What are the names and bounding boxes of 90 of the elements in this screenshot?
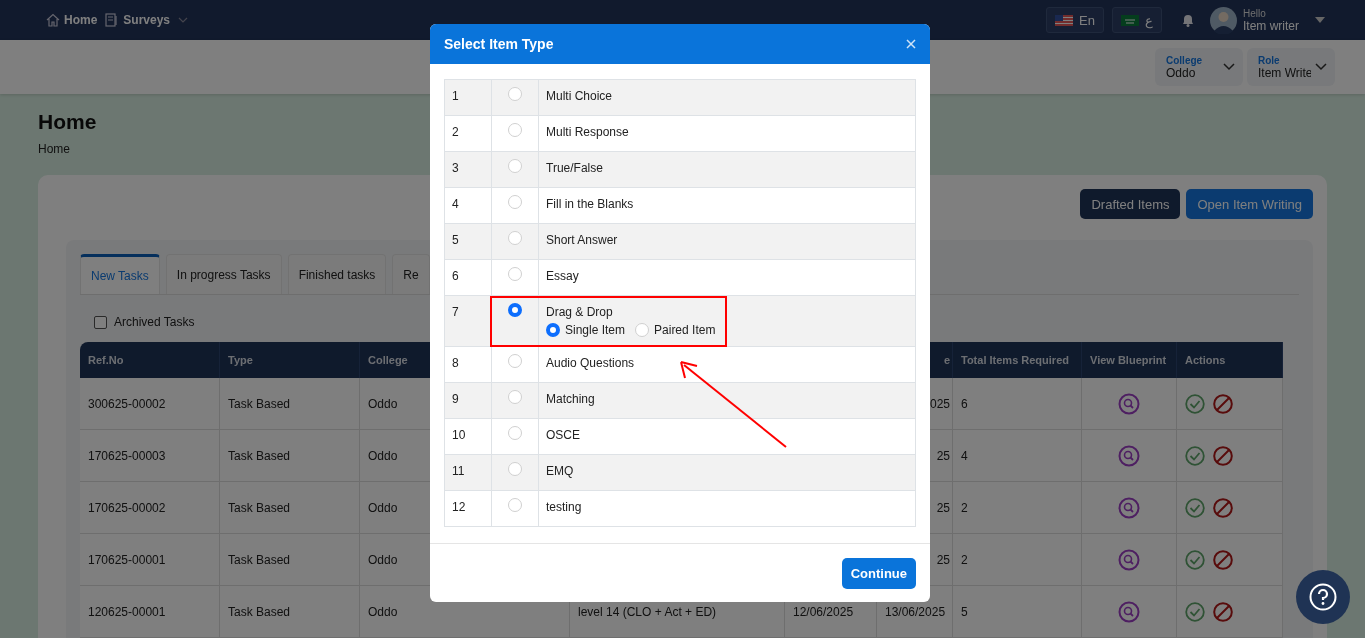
table-cell: 5 bbox=[953, 586, 1082, 638]
check-circle-icon[interactable] bbox=[1185, 549, 1205, 570]
document-icon bbox=[105, 13, 120, 27]
avatar-icon[interactable] bbox=[1210, 6, 1237, 34]
bell-icon[interactable] bbox=[1180, 12, 1196, 28]
item-type-label: Multi Response bbox=[546, 125, 629, 139]
item-type-label: Short Answer bbox=[546, 233, 618, 247]
view-icon[interactable] bbox=[1118, 444, 1140, 467]
row-number: 5 bbox=[452, 233, 459, 247]
prohibited-icon[interactable] bbox=[1213, 497, 1233, 518]
tab[interactable]: Finished tasks bbox=[287, 254, 387, 294]
page-title: Home bbox=[38, 110, 97, 134]
column-header: Type bbox=[220, 342, 360, 378]
view-icon[interactable] bbox=[1118, 548, 1140, 571]
radio-option[interactable]: Single Item bbox=[546, 323, 626, 337]
radio-option[interactable]: Paired Item bbox=[635, 323, 716, 337]
item-type-label: True/False bbox=[546, 161, 603, 175]
close-icon bbox=[906, 39, 916, 49]
table-cell: Task Based bbox=[220, 378, 360, 430]
table-cell: 170625-00003 bbox=[80, 430, 220, 482]
column-header: Total Items Required bbox=[953, 342, 1082, 378]
table-cell: 170625-00002 bbox=[80, 482, 220, 534]
row-number: 11 bbox=[452, 464, 465, 478]
flag-icon bbox=[1121, 14, 1139, 26]
row-number: 4 bbox=[452, 197, 459, 211]
table-cell: Task Based bbox=[220, 586, 360, 638]
table-cell: 300625-00002 bbox=[80, 378, 220, 430]
row-number: 12 bbox=[452, 500, 466, 514]
check-circle-icon[interactable] bbox=[1185, 497, 1205, 518]
tab[interactable]: Re bbox=[392, 254, 430, 294]
view-icon[interactable] bbox=[1118, 600, 1140, 623]
item-type-label: Fill in the Blanks bbox=[546, 197, 634, 211]
view-icon[interactable] bbox=[1118, 392, 1140, 415]
close-button[interactable] bbox=[904, 37, 918, 51]
row-number: 2 bbox=[452, 125, 459, 139]
tab[interactable]: In progress Tasks bbox=[165, 254, 282, 294]
nav-link[interactable]: Home bbox=[42, 13, 102, 27]
table-cell: 2 bbox=[953, 482, 1082, 534]
chevron-down-icon bbox=[1315, 63, 1327, 71]
chevron-down-icon bbox=[1223, 63, 1235, 71]
home-icon bbox=[46, 13, 60, 27]
continue-button[interactable]: Continue bbox=[841, 557, 916, 589]
view-icon[interactable] bbox=[1118, 496, 1140, 519]
table-cell: 120625-00001 bbox=[80, 586, 220, 638]
radio-button[interactable] bbox=[546, 323, 560, 337]
modal-title: Select Item Type bbox=[444, 36, 554, 52]
row-number: 10 bbox=[452, 428, 466, 442]
help-icon bbox=[1309, 583, 1337, 611]
row-number: 1 bbox=[452, 89, 459, 103]
breadcrumb[interactable]: Home bbox=[38, 142, 70, 156]
column-header: Actions bbox=[1177, 342, 1283, 378]
tab[interactable]: New Tasks bbox=[80, 254, 160, 294]
check-circle-icon[interactable] bbox=[1185, 445, 1205, 466]
table-cell: Task Based bbox=[220, 482, 360, 534]
language-button[interactable]: ع bbox=[1112, 7, 1162, 33]
chevron-down-icon bbox=[178, 17, 189, 23]
prohibited-icon[interactable] bbox=[1213, 549, 1233, 570]
row-number: 3 bbox=[452, 161, 459, 175]
filter-dropdown[interactable]: College Oddo bbox=[1155, 48, 1243, 86]
prohibited-icon[interactable] bbox=[1213, 393, 1233, 414]
checkbox-label: Archived Tasks bbox=[114, 315, 195, 329]
check-circle-icon[interactable] bbox=[1185, 393, 1205, 414]
row-number: 7 bbox=[452, 305, 459, 319]
action-button[interactable]: Open Item Writing bbox=[1186, 189, 1313, 219]
check-circle-icon[interactable] bbox=[1185, 601, 1205, 622]
column-header: View Blueprint bbox=[1082, 342, 1177, 378]
prohibited-icon[interactable] bbox=[1213, 601, 1233, 622]
radio-button[interactable] bbox=[508, 303, 522, 317]
flag-icon bbox=[1055, 14, 1074, 26]
checkbox[interactable] bbox=[94, 315, 107, 329]
table-cell: 2 bbox=[953, 534, 1082, 586]
row-number: 8 bbox=[452, 356, 459, 370]
item-type-label: Drag & Drop bbox=[546, 305, 613, 319]
language-button[interactable]: En bbox=[1046, 7, 1104, 33]
table-cell: Task Based bbox=[220, 430, 360, 482]
user-name: Item writer bbox=[1243, 18, 1299, 33]
item-type-label: Essay bbox=[546, 269, 579, 283]
item-type-label: Multi Choice bbox=[546, 89, 613, 103]
greeting: Hello bbox=[1243, 7, 1267, 19]
column-header: Ref.No bbox=[80, 342, 220, 378]
table-cell: 4 bbox=[953, 430, 1082, 482]
row-number: 9 bbox=[452, 392, 459, 406]
row-number: 6 bbox=[452, 269, 459, 283]
table-cell: 170625-00001 bbox=[80, 534, 220, 586]
prohibited-icon[interactable] bbox=[1213, 445, 1233, 466]
table-cell: 6 bbox=[953, 378, 1082, 430]
action-button[interactable]: Drafted Items bbox=[1080, 189, 1181, 219]
caret-icon[interactable] bbox=[1315, 17, 1325, 23]
nav-link[interactable]: Surveys bbox=[101, 13, 193, 27]
table-cell: Task Based bbox=[220, 534, 360, 586]
